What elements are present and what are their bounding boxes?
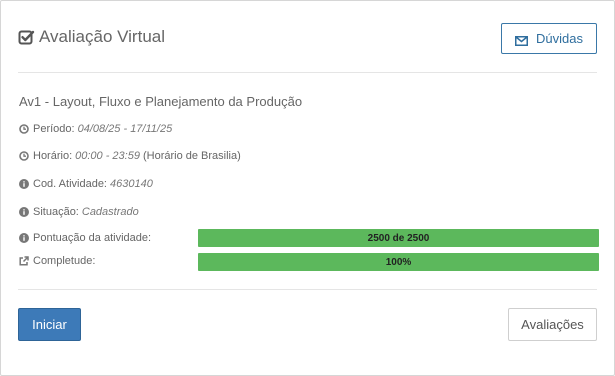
duvidas-button[interactable]: Dúvidas: [501, 23, 597, 54]
situacao-value: Cadastrado: [81, 206, 139, 218]
horario-row: Horário: 00:00 - 23:59 (Horário de Brasi…: [19, 150, 241, 162]
divider-top: [18, 72, 597, 73]
page-title: Avaliação Virtual: [39, 27, 166, 46]
completude-row: Completude:: [19, 255, 95, 267]
periodo-row: Período: 04/08/25 - 17/11/25: [19, 123, 172, 135]
pontuacao-progress-bar: 2500 de 2500: [198, 229, 599, 247]
duvidas-label: Dúvidas: [536, 31, 583, 46]
info-icon: [19, 207, 29, 217]
avaliacoes-button[interactable]: Avaliações: [508, 308, 597, 341]
evaluation-panel: Avaliação Virtual Dúvidas Av1 - Layout, …: [0, 0, 615, 376]
codigo-value: 4630140: [110, 178, 153, 190]
completude-progress-label: 100%: [385, 256, 412, 268]
pontuacao-row: Pontuação da atividade:: [19, 232, 151, 244]
clock-icon: [19, 151, 29, 161]
pontuacao-label: Pontuação da atividade:: [33, 232, 152, 244]
info-icon: [19, 233, 29, 243]
codigo-label: Cod. Atividade:: [33, 178, 107, 190]
title-wrap: Avaliação Virtual: [18, 27, 165, 47]
pontuacao-progress-label: 2500 de 2500: [367, 232, 430, 244]
codigo-row: Cod. Atividade: 4630140: [19, 178, 153, 190]
horario-value: 00:00 - 23:59: [75, 150, 140, 162]
horario-label: Horário:: [33, 150, 73, 162]
activity-title: Av1 - Layout, Fluxo e Planejamento da Pr…: [19, 94, 303, 109]
periodo-value: 04/08/25 - 17/11/25: [77, 123, 173, 135]
completude-label: Completude:: [33, 255, 96, 267]
situacao-label: Situação:: [33, 206, 79, 218]
horario-timezone: (Horário de Brasilia): [142, 150, 241, 162]
iniciar-button[interactable]: Iniciar: [18, 308, 81, 341]
check-square-icon: [18, 29, 35, 46]
situacao-row: Situação: Cadastrado: [19, 206, 139, 218]
periodo-label: Período:: [33, 123, 75, 135]
completude-progress-bar: 100%: [198, 253, 599, 271]
clock-icon: [19, 124, 29, 134]
external-link-icon: [19, 256, 29, 266]
panel-header: Avaliação Virtual Dúvidas: [18, 23, 597, 55]
envelope-icon: [515, 34, 529, 46]
divider-bottom: [18, 289, 597, 290]
info-icon: [19, 179, 29, 189]
